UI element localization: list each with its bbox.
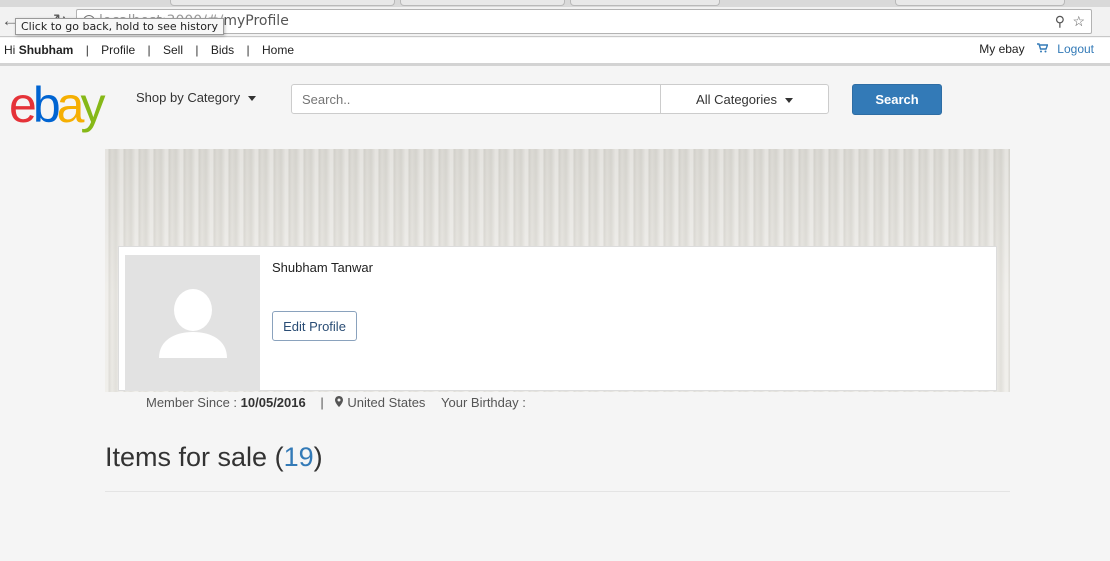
avatar[interactable]	[125, 255, 260, 391]
items-for-sale-heading: Items for sale (19)	[105, 442, 323, 472]
my-ebay-link[interactable]: My ebay	[979, 42, 1024, 56]
items-heading-text: Items for sale	[105, 442, 268, 472]
search-button[interactable]: Search	[852, 84, 942, 115]
nav-link-sell[interactable]: Sell	[163, 43, 183, 57]
caret-down-icon	[784, 98, 793, 104]
divider	[105, 491, 1010, 492]
nav-link-home[interactable]: Home	[262, 43, 294, 57]
pin-icon[interactable]: ⚲	[1055, 13, 1065, 30]
address-bar[interactable]: localhost:3000/#/myProfile ⚲ ☆	[76, 9, 1092, 34]
birthday-label: Your Birthday :	[441, 395, 526, 410]
nav-link-profile[interactable]: Profile	[101, 43, 135, 57]
username-text: Shubham	[18, 43, 74, 57]
member-since-date: 10/05/2016	[240, 395, 306, 410]
browser-tab[interactable]	[570, 0, 720, 6]
top-navigation: Hi Shubham | Profile | Sell | Bids | Hom…	[0, 38, 1110, 66]
map-marker-icon	[335, 395, 344, 410]
top-nav-right: My ebay Logout	[979, 42, 1094, 56]
greeting-text: Hi	[4, 43, 16, 57]
browser-tab-strip	[0, 0, 1110, 7]
nav-separator: |	[246, 43, 250, 57]
browser-tab[interactable]	[895, 0, 1065, 6]
browser-tab[interactable]	[170, 0, 395, 6]
ebay-logo[interactable]: ebay	[9, 80, 105, 130]
member-info-line: Member Since : 10/05/2016 | United State…	[146, 395, 526, 410]
nav-separator: |	[147, 43, 151, 57]
logout-link[interactable]: Logout	[1057, 42, 1094, 56]
user-silhouette-icon	[159, 289, 227, 358]
browser-tab[interactable]	[400, 0, 565, 6]
edit-profile-button[interactable]: Edit Profile	[272, 311, 357, 341]
search-input[interactable]	[291, 84, 661, 114]
cart-icon[interactable]	[1036, 42, 1049, 56]
shop-by-category-label: Shop by Category	[136, 90, 241, 105]
back-button-tooltip: Click to go back, hold to see history	[15, 18, 224, 35]
nav-separator: |	[195, 43, 199, 57]
profile-name: Shubham Tanwar	[272, 260, 373, 275]
shop-by-category-dropdown[interactable]: Shop by Category	[136, 90, 257, 105]
nav-link-bids[interactable]: Bids	[211, 43, 234, 57]
caret-down-icon	[248, 96, 257, 102]
member-since-label: Member Since :	[146, 395, 241, 410]
items-count[interactable]: 19	[284, 442, 314, 472]
top-nav-left: Hi Shubham | Profile | Sell | Bids | Hom…	[4, 43, 294, 57]
category-select-value: All Categories	[696, 92, 777, 107]
info-separator: |	[320, 395, 324, 410]
location-text: United States	[347, 395, 426, 410]
bookmark-star-icon[interactable]: ☆	[1072, 13, 1085, 30]
nav-separator: |	[85, 43, 89, 57]
category-select[interactable]: All Categories	[660, 84, 829, 114]
